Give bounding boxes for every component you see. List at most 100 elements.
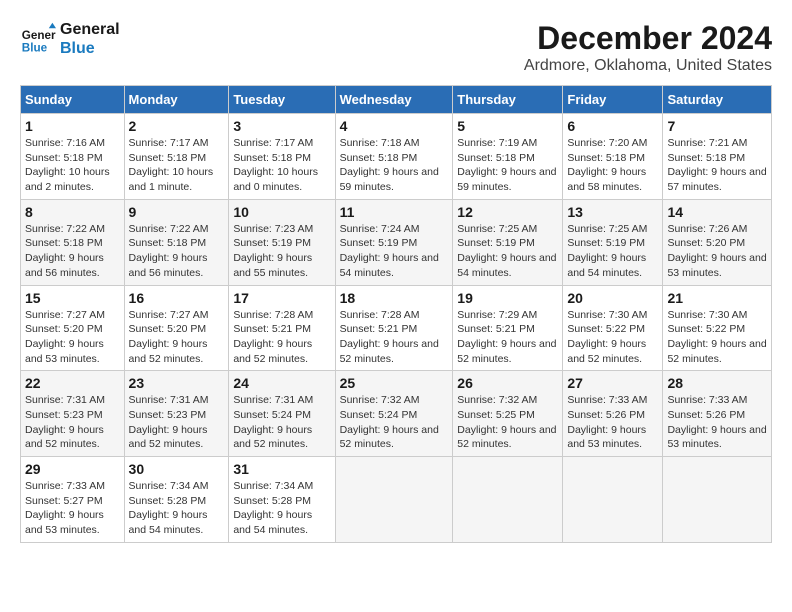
logo-blue: Blue <box>60 39 120 58</box>
calendar-cell: 12 Sunrise: 7:25 AMSunset: 5:19 PMDayligh… <box>453 199 563 285</box>
calendar-cell: 24 Sunrise: 7:31 AMSunset: 5:24 PMDayligh… <box>229 371 335 457</box>
calendar-header-row: SundayMondayTuesdayWednesdayThursdayFrid… <box>21 86 772 114</box>
day-number: 1 <box>25 118 120 134</box>
calendar-cell: 28 Sunrise: 7:33 AMSunset: 5:26 PMDayligh… <box>663 371 772 457</box>
weekday-header: Wednesday <box>335 86 453 114</box>
day-number: 8 <box>25 204 120 220</box>
day-info: Sunrise: 7:25 AMSunset: 5:19 PMDaylight:… <box>457 222 558 281</box>
day-info: Sunrise: 7:31 AMSunset: 5:23 PMDaylight:… <box>25 393 120 452</box>
day-info: Sunrise: 7:26 AMSunset: 5:20 PMDaylight:… <box>667 222 767 281</box>
calendar-cell: 23 Sunrise: 7:31 AMSunset: 5:23 PMDayligh… <box>124 371 229 457</box>
day-info: Sunrise: 7:24 AMSunset: 5:19 PMDaylight:… <box>340 222 449 281</box>
calendar-cell: 19 Sunrise: 7:29 AMSunset: 5:21 PMDayligh… <box>453 285 563 371</box>
day-info: Sunrise: 7:32 AMSunset: 5:24 PMDaylight:… <box>340 393 449 452</box>
day-number: 25 <box>340 375 449 391</box>
calendar-cell: 3 Sunrise: 7:17 AMSunset: 5:18 PMDaylight… <box>229 114 335 200</box>
day-info: Sunrise: 7:28 AMSunset: 5:21 PMDaylight:… <box>233 308 330 367</box>
day-info: Sunrise: 7:18 AMSunset: 5:18 PMDaylight:… <box>340 136 449 195</box>
calendar-cell: 16Sunrise: 7:27 AMSunset: 5:20 PMDayligh… <box>124 285 229 371</box>
day-number: 26 <box>457 375 558 391</box>
day-info: Sunrise: 7:25 AMSunset: 5:19 PMDaylight:… <box>567 222 658 281</box>
day-info: Sunrise: 7:23 AMSunset: 5:19 PMDaylight:… <box>233 222 330 281</box>
day-info: Sunrise: 7:33 AMSunset: 5:26 PMDaylight:… <box>567 393 658 452</box>
calendar-cell: 25 Sunrise: 7:32 AMSunset: 5:24 PMDayligh… <box>335 371 453 457</box>
calendar-cell: 8 Sunrise: 7:22 AMSunset: 5:18 PMDaylight… <box>21 199 125 285</box>
calendar-cell: 17 Sunrise: 7:28 AMSunset: 5:21 PMDayligh… <box>229 285 335 371</box>
day-number: 2 <box>129 118 225 134</box>
calendar-cell: 27 Sunrise: 7:33 AMSunset: 5:26 PMDayligh… <box>563 371 663 457</box>
logo-icon: General Blue <box>20 21 56 57</box>
day-info: Sunrise: 7:21 AMSunset: 5:18 PMDaylight:… <box>667 136 767 195</box>
weekday-header: Thursday <box>453 86 563 114</box>
calendar-cell <box>563 457 663 543</box>
day-number: 23 <box>129 375 225 391</box>
weekday-header: Friday <box>563 86 663 114</box>
day-number: 10 <box>233 204 330 220</box>
day-number: 29 <box>25 461 120 477</box>
calendar-cell <box>453 457 563 543</box>
day-number: 30 <box>129 461 225 477</box>
calendar-cell: 31Sunrise: 7:34 AMSunset: 5:28 PMDayligh… <box>229 457 335 543</box>
calendar-cell: 6 Sunrise: 7:20 AMSunset: 5:18 PMDaylight… <box>563 114 663 200</box>
calendar-cell: 10 Sunrise: 7:23 AMSunset: 5:19 PMDayligh… <box>229 199 335 285</box>
page-title: December 2024 <box>524 20 772 57</box>
calendar-cell: 11 Sunrise: 7:24 AMSunset: 5:19 PMDayligh… <box>335 199 453 285</box>
day-number: 13 <box>567 204 658 220</box>
day-info: Sunrise: 7:29 AMSunset: 5:21 PMDaylight:… <box>457 308 558 367</box>
day-number: 19 <box>457 290 558 306</box>
day-info: Sunrise: 7:20 AMSunset: 5:18 PMDaylight:… <box>567 136 658 195</box>
svg-text:Blue: Blue <box>22 42 48 55</box>
calendar-week-row: 29 Sunrise: 7:33 AMSunset: 5:27 PMDayligh… <box>21 457 772 543</box>
calendar-cell: 1 Sunrise: 7:16 AMSunset: 5:18 PMDaylight… <box>21 114 125 200</box>
day-number: 3 <box>233 118 330 134</box>
calendar-cell: 30 Sunrise: 7:34 AMSunset: 5:28 PMDayligh… <box>124 457 229 543</box>
svg-text:General: General <box>22 29 56 42</box>
day-number: 27 <box>567 375 658 391</box>
day-number: 24 <box>233 375 330 391</box>
day-number: 17 <box>233 290 330 306</box>
title-block: December 2024 Ardmore, Oklahoma, United … <box>524 20 772 75</box>
weekday-header: Monday <box>124 86 229 114</box>
day-number: 12 <box>457 204 558 220</box>
calendar-cell: 5 Sunrise: 7:19 AMSunset: 5:18 PMDaylight… <box>453 114 563 200</box>
day-info: Sunrise: 7:17 AMSunset: 5:18 PMDaylight:… <box>233 136 330 195</box>
day-info: Sunrise: 7:32 AMSunset: 5:25 PMDaylight:… <box>457 393 558 452</box>
weekday-header: Sunday <box>21 86 125 114</box>
day-info: Sunrise: 7:31 AMSunset: 5:23 PMDaylight:… <box>129 393 225 452</box>
day-number: 20 <box>567 290 658 306</box>
day-info: Sunrise: 7:33 AMSunset: 5:26 PMDaylight:… <box>667 393 767 452</box>
calendar-cell: 7 Sunrise: 7:21 AMSunset: 5:18 PMDaylight… <box>663 114 772 200</box>
day-info: Sunrise: 7:30 AMSunset: 5:22 PMDaylight:… <box>667 308 767 367</box>
day-info: Sunrise: 7:16 AMSunset: 5:18 PMDaylight:… <box>25 136 120 195</box>
calendar-cell: 14 Sunrise: 7:26 AMSunset: 5:20 PMDayligh… <box>663 199 772 285</box>
calendar-cell <box>335 457 453 543</box>
calendar-cell: 4Sunrise: 7:18 AMSunset: 5:18 PMDaylight… <box>335 114 453 200</box>
day-info: Sunrise: 7:34 AMSunset: 5:28 PMDaylight:… <box>129 479 225 538</box>
weekday-header: Tuesday <box>229 86 335 114</box>
calendar-table: SundayMondayTuesdayWednesdayThursdayFrid… <box>20 85 772 543</box>
day-number: 11 <box>340 204 449 220</box>
calendar-cell: 9Sunrise: 7:22 AMSunset: 5:18 PMDaylight… <box>124 199 229 285</box>
logo: General Blue General Blue <box>20 20 120 58</box>
page-subtitle: Ardmore, Oklahoma, United States <box>524 57 772 75</box>
day-info: Sunrise: 7:19 AMSunset: 5:18 PMDaylight:… <box>457 136 558 195</box>
calendar-cell: 21 Sunrise: 7:30 AMSunset: 5:22 PMDayligh… <box>663 285 772 371</box>
day-info: Sunrise: 7:33 AMSunset: 5:27 PMDaylight:… <box>25 479 120 538</box>
day-info: Sunrise: 7:30 AMSunset: 5:22 PMDaylight:… <box>567 308 658 367</box>
calendar-cell: 2Sunrise: 7:17 AMSunset: 5:18 PMDaylight… <box>124 114 229 200</box>
calendar-cell: 29 Sunrise: 7:33 AMSunset: 5:27 PMDayligh… <box>21 457 125 543</box>
day-number: 5 <box>457 118 558 134</box>
day-number: 6 <box>567 118 658 134</box>
calendar-cell: 13 Sunrise: 7:25 AMSunset: 5:19 PMDayligh… <box>563 199 663 285</box>
day-number: 18 <box>340 290 449 306</box>
day-info: Sunrise: 7:22 AMSunset: 5:18 PMDaylight:… <box>25 222 120 281</box>
day-number: 16 <box>129 290 225 306</box>
calendar-week-row: 1 Sunrise: 7:16 AMSunset: 5:18 PMDaylight… <box>21 114 772 200</box>
day-number: 7 <box>667 118 767 134</box>
day-number: 28 <box>667 375 767 391</box>
weekday-header: Saturday <box>663 86 772 114</box>
day-number: 15 <box>25 290 120 306</box>
day-info: Sunrise: 7:31 AMSunset: 5:24 PMDaylight:… <box>233 393 330 452</box>
day-number: 14 <box>667 204 767 220</box>
day-number: 21 <box>667 290 767 306</box>
